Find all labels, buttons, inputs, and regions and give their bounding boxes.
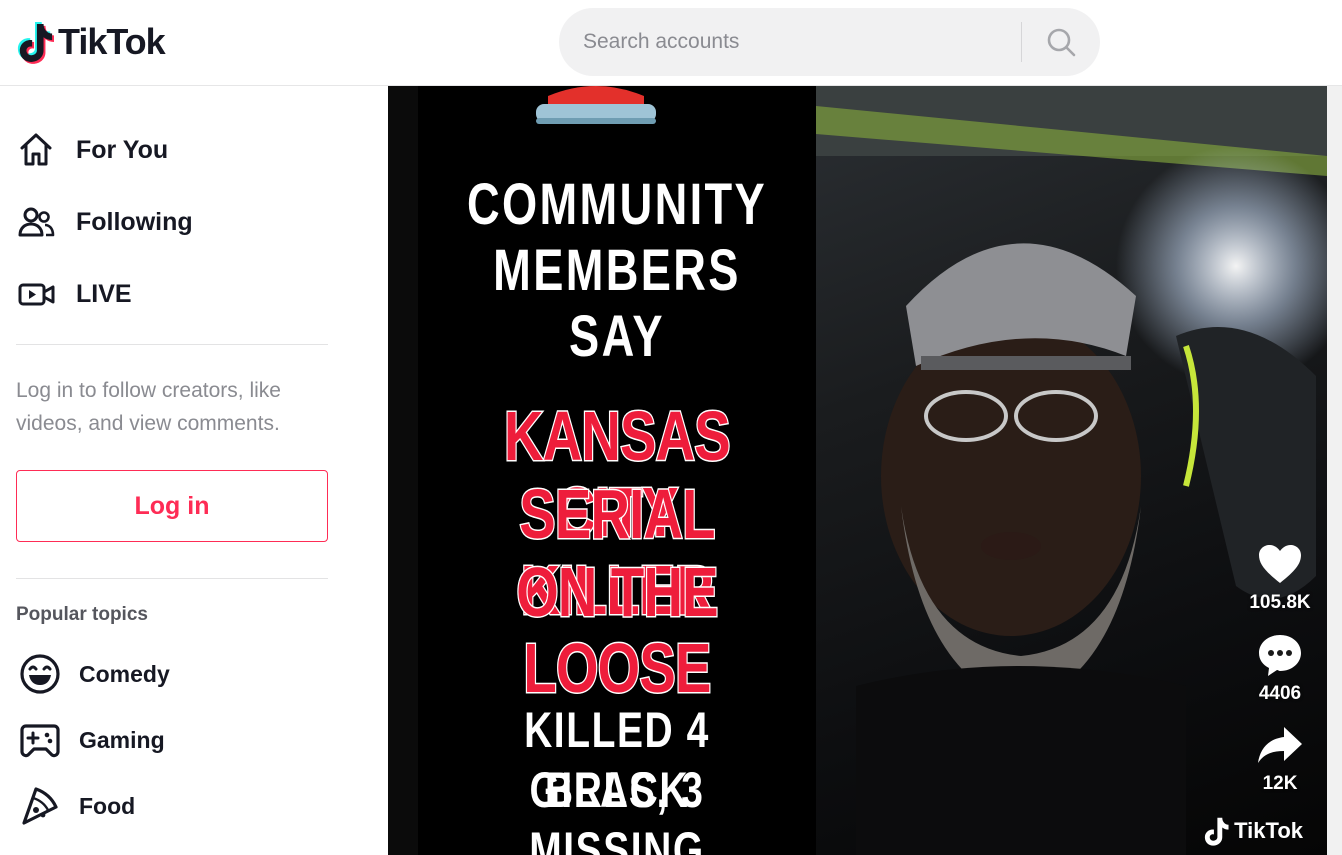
gaming-icon (16, 716, 64, 764)
nav-for-you[interactable]: For You (16, 122, 168, 178)
search-bar (559, 8, 1100, 76)
comment-action: 4406 (1247, 629, 1313, 705)
home-icon (16, 126, 64, 174)
nav-label-following: Following (76, 207, 193, 236)
comment-count: 4406 (1258, 683, 1302, 704)
search-button[interactable] (1022, 8, 1100, 76)
sidebar-divider (16, 344, 328, 345)
live-icon (16, 270, 64, 318)
tiktok-logo[interactable]: TikTok (16, 18, 166, 66)
video-text-line: COMMUNITY (466, 172, 768, 237)
video-player[interactable]: COMMUNITY MEMBERS SAY KANSAS CITY SERIAL… (388, 86, 1327, 855)
top-header: TikTok (0, 0, 1342, 86)
video-text-line: SAY (569, 304, 665, 369)
video-text-panel: COMMUNITY MEMBERS SAY KANSAS CITY SERIAL… (418, 86, 816, 855)
tiktok-watermark-icon (1204, 817, 1229, 846)
topic-comedy[interactable]: Comedy (16, 646, 170, 702)
login-button[interactable]: Log in (16, 470, 328, 542)
share-action: 12K (1247, 719, 1313, 795)
watermark-text: TikTok (1234, 818, 1303, 843)
video-text-line: GIRLS, 3 MISSING (529, 762, 705, 855)
video-text-line-red: ON THE LOOSE (515, 553, 720, 708)
like-action: 105.8K (1247, 538, 1313, 614)
nav-label-live: LIVE (76, 279, 132, 308)
topic-label-comedy: Comedy (79, 660, 170, 687)
topic-gaming[interactable]: Gaming (16, 712, 165, 768)
page-scrollbar[interactable] (1327, 86, 1342, 855)
topic-label-food: Food (79, 792, 136, 819)
nav-live[interactable]: LIVE (16, 266, 132, 322)
nav-following[interactable]: Following (16, 194, 193, 250)
heart-icon (1259, 545, 1301, 583)
video-text-line: MEMBERS (493, 238, 741, 303)
tiktok-logo-icon (17, 22, 54, 64)
like-count: 105.8K (1249, 592, 1311, 613)
search-input[interactable] (559, 8, 1021, 76)
following-icon (16, 198, 64, 246)
siren-icon (536, 86, 656, 124)
comment-icon (1259, 635, 1301, 676)
topic-food[interactable]: Food (16, 778, 135, 834)
logo-text: TikTok (58, 21, 166, 62)
comment-button[interactable] (1254, 629, 1306, 681)
comedy-icon (16, 650, 64, 698)
share-count: 12K (1262, 773, 1298, 794)
search-icon (1047, 28, 1076, 57)
food-icon (16, 782, 64, 830)
nav-label-for-you: For You (76, 135, 169, 164)
login-prompt: Log in to follow creators, like videos, … (16, 379, 281, 435)
sidebar-divider (16, 578, 328, 579)
topic-label-gaming: Gaming (79, 726, 165, 753)
popular-topics-title: Popular topics (16, 604, 148, 625)
share-button[interactable] (1254, 719, 1306, 771)
tiktok-watermark: TikTok (1202, 815, 1303, 847)
like-button[interactable] (1254, 538, 1306, 590)
sidebar: For You Following LIVE Log in to follow … (0, 86, 388, 855)
share-arrow-icon (1258, 727, 1302, 763)
